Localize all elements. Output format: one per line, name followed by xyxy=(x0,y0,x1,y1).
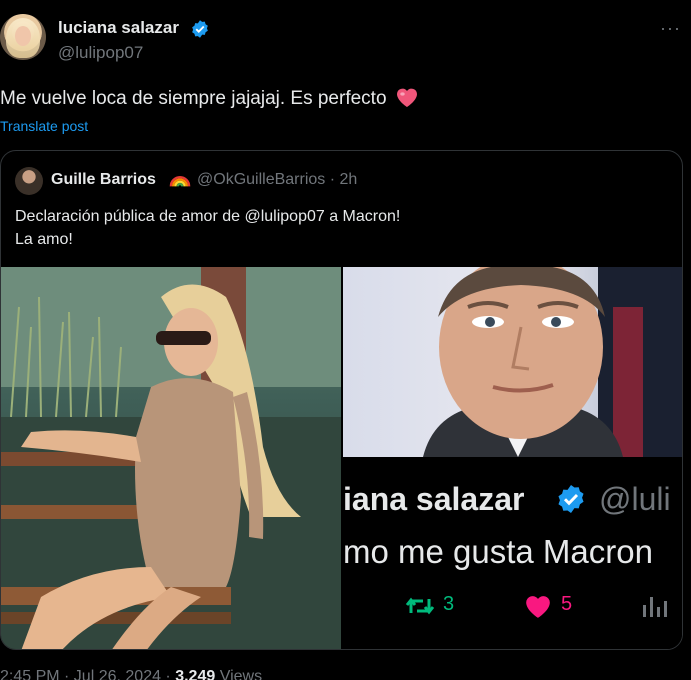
like-count: 5 xyxy=(561,593,573,615)
rainbow-emoji xyxy=(169,176,191,187)
quote-handle[interactable]: @OkGuilleBarrios xyxy=(197,171,325,188)
quote-separator: · xyxy=(329,171,336,188)
tweet-screenshot: iana salazar @luli mo me gusta Macron 3 … xyxy=(343,459,682,649)
quote-meta: @OkGuilleBarrios · 2h xyxy=(197,171,357,189)
pink-heart-emoji xyxy=(396,88,417,107)
quoted-tweet-card[interactable]: Guille Barrios @OkGuilleBarrios · 2h Dec… xyxy=(0,150,683,650)
quote-text-line-1: Declaración pública de amor de @lulipop0… xyxy=(15,208,401,225)
views-label: Views xyxy=(215,668,263,680)
like-heart-icon xyxy=(526,596,550,618)
post-timestamp[interactable]: 2:45 PM · Jul 26, 2024 · xyxy=(0,668,175,680)
tweet-text: Me vuelve loca de siempre jajajaj. Es pe… xyxy=(0,86,419,110)
more-options-icon[interactable]: ··· xyxy=(660,18,681,39)
screenshot-name: iana salazar xyxy=(343,481,525,517)
screenshot-actions: 3 5 xyxy=(343,589,682,629)
translate-post-link[interactable]: Translate post xyxy=(0,118,88,134)
woman-photo-illustration xyxy=(1,267,341,649)
author-display-name[interactable]: luciana salazar xyxy=(58,18,179,38)
macron-photo xyxy=(343,267,682,457)
tweet-footer: 2:45 PM · Jul 26, 2024 · 3,249 Views xyxy=(0,668,262,680)
author-avatar[interactable] xyxy=(0,14,46,60)
views-chart-icon xyxy=(643,597,667,617)
retweet-icon xyxy=(405,597,435,615)
tweet-body: Me vuelve loca de siempre jajajaj. Es pe… xyxy=(0,88,387,109)
quote-image-collage[interactable]: iana salazar @luli mo me gusta Macron 3 … xyxy=(343,267,682,649)
verified-badge-icon xyxy=(192,20,208,38)
quote-author-avatar[interactable] xyxy=(15,167,43,195)
author-handle[interactable]: @lulipop07 xyxy=(58,43,143,63)
screenshot-handle: @luli xyxy=(599,481,671,517)
quote-time[interactable]: 2h xyxy=(340,171,358,188)
quote-text-line-2: La amo! xyxy=(15,231,73,248)
tweet-header: luciana salazar @lulipop07 ··· xyxy=(0,0,691,80)
screenshot-text: mo me gusta Macron xyxy=(343,533,653,570)
quote-text: Declaración pública de amor de @lulipop0… xyxy=(15,205,400,251)
man-portrait-illustration xyxy=(423,267,682,457)
quote-author-name[interactable]: Guille Barrios xyxy=(51,171,156,189)
views-count: 3,249 xyxy=(175,668,216,680)
quote-image-woman[interactable] xyxy=(1,267,341,649)
retweet-count: 3 xyxy=(443,593,455,615)
verified-badge-icon xyxy=(558,485,584,513)
